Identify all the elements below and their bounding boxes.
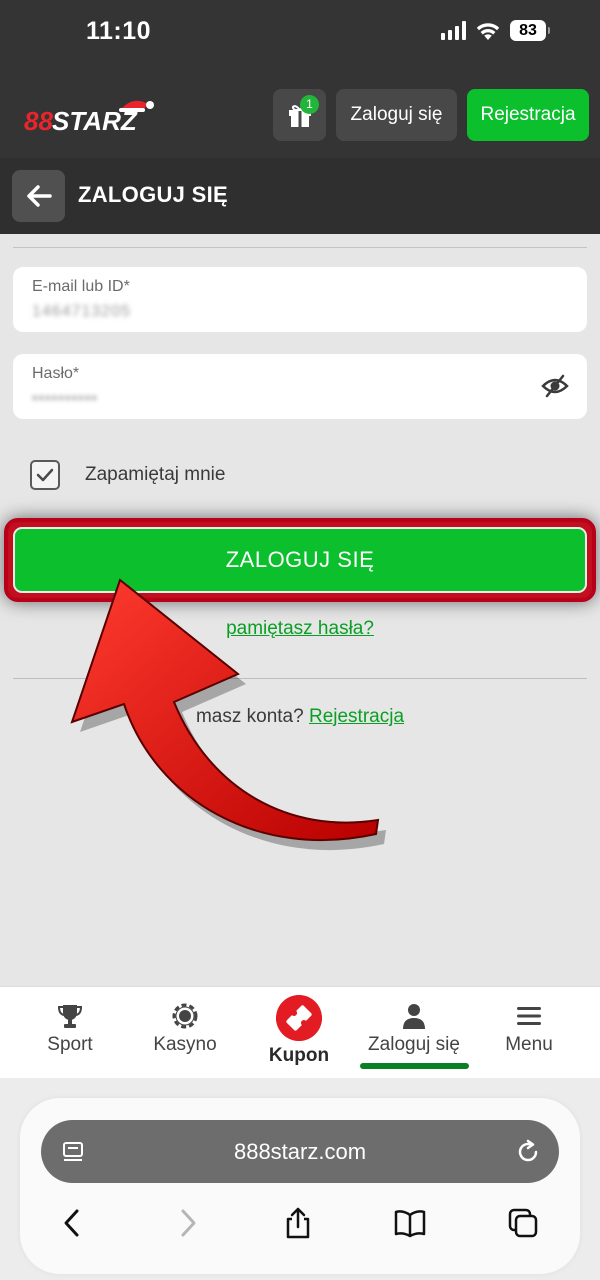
status-icons: 83 <box>441 20 550 41</box>
reload-icon[interactable] <box>515 1139 541 1165</box>
gift-button[interactable]: 1 <box>273 89 326 141</box>
email-field-value[interactable]: 1464713205 <box>32 303 131 321</box>
bottom-nav: Sport Kasyno Kupon Zaloguj się Menu <box>0 986 600 1078</box>
status-bar: 11:10 83 <box>0 0 600 70</box>
status-time: 11:10 <box>86 17 152 45</box>
user-icon <box>403 1004 425 1029</box>
remember-me-checkbox[interactable] <box>30 460 60 490</box>
app-header: 88 STARZ 1 Zaloguj się Rejestracja <box>0 70 600 158</box>
page-title: ZALOGUJ SIĘ <box>78 182 228 207</box>
bookmarks-icon[interactable] <box>393 1206 427 1240</box>
svg-text:88: 88 <box>24 106 53 136</box>
nav-item-sport[interactable]: Sport <box>15 987 125 1079</box>
remember-me-row[interactable]: Zapamiętaj mnie <box>30 460 225 490</box>
nav-item-kasyno[interactable]: Kasyno <box>130 987 240 1079</box>
nav-item-menu[interactable]: Menu <box>474 987 584 1079</box>
nav-item-kupon[interactable]: Kupon <box>244 987 354 1079</box>
signup-prompt-text: masz konta? <box>195 706 304 727</box>
signup-prompt: masz konta? Rejestracja <box>0 706 600 728</box>
arrow-left-icon <box>26 185 52 207</box>
password-field-label: Hasło* <box>32 365 80 382</box>
login-submit-button[interactable]: ZALOGUJ SIĘ <box>13 527 587 593</box>
wifi-icon <box>476 22 500 40</box>
nav-active-indicator <box>360 1063 469 1069</box>
cellular-signal-icon <box>441 21 466 40</box>
battery-icon: 83 <box>510 20 550 41</box>
nav-label-sport: Sport <box>47 1034 93 1055</box>
browser-toolbar-panel: 888starz.com <box>20 1098 580 1274</box>
email-field[interactable]: E-mail lub ID* 1464713205 <box>13 267 587 332</box>
password-field[interactable]: Hasło* •••••••••• <box>13 354 587 419</box>
nav-label-kupon: Kupon <box>268 1045 330 1066</box>
share-icon[interactable] <box>281 1206 315 1240</box>
signup-link[interactable]: Rejestracja <box>309 706 404 727</box>
divider <box>13 247 587 248</box>
eye-slash-icon[interactable] <box>541 374 569 398</box>
hamburger-menu-icon <box>517 1007 541 1025</box>
casino-chip-icon <box>172 1003 198 1029</box>
trophy-icon <box>57 1005 83 1028</box>
header-register-button[interactable]: Rejestracja <box>467 89 589 141</box>
nav-label-zaloguj: Zaloguj się <box>368 1034 460 1055</box>
checkmark-icon <box>36 468 54 482</box>
brand-logo[interactable]: 88 STARZ <box>22 94 162 138</box>
gift-count-badge: 1 <box>300 95 319 114</box>
divider <box>13 678 587 679</box>
nav-label-kasyno: Kasyno <box>153 1034 217 1055</box>
ticket-icon <box>276 995 322 1041</box>
browser-forward-icon[interactable] <box>170 1206 204 1240</box>
password-field-value[interactable]: •••••••••• <box>32 390 98 408</box>
forgot-password-link[interactable]: pamiętasz hasła? <box>0 618 600 640</box>
tabs-icon[interactable] <box>506 1206 540 1240</box>
login-form: E-mail lub ID* 1464713205 Hasło* •••••••… <box>0 234 600 986</box>
email-field-label: E-mail lub ID* <box>32 278 130 295</box>
header-login-button[interactable]: Zaloguj się <box>336 89 457 141</box>
back-button[interactable] <box>12 170 65 222</box>
page-title-bar: ZALOGUJ SIĘ <box>0 158 600 234</box>
submit-highlight-frame: ZALOGUJ SIĘ <box>4 518 596 602</box>
address-bar[interactable]: 888starz.com <box>41 1120 559 1183</box>
nav-label-menu: Menu <box>505 1034 553 1055</box>
browser-back-icon[interactable] <box>56 1206 90 1240</box>
address-bar-url[interactable]: 888starz.com <box>41 1139 559 1165</box>
remember-me-label: Zapamiętaj mnie <box>85 464 226 485</box>
browser-chrome: 888starz.com <box>0 1078 600 1280</box>
